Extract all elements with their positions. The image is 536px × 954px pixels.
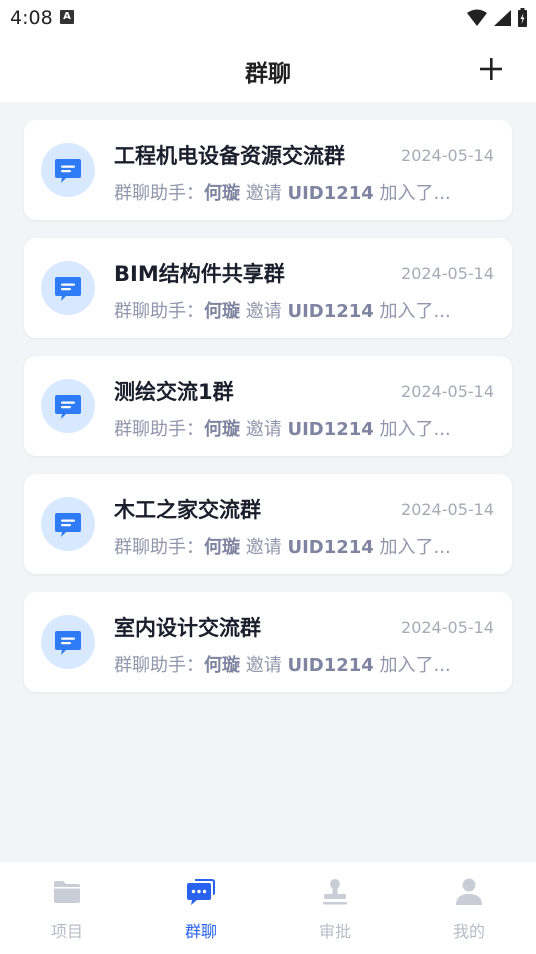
page-title: 群聊 <box>245 61 291 87</box>
tab-approval[interactable]: 审批 <box>268 862 402 954</box>
message-date: 2024-05-14 <box>401 146 494 165</box>
invitee-id: UID1214 <box>287 419 374 440</box>
chat-bubble-icon <box>55 277 81 301</box>
inviter-name: 何璇 <box>204 301 240 322</box>
wifi-icon <box>467 9 487 26</box>
message-suffix: 加入了... <box>373 183 451 204</box>
chat-bubble-icon <box>55 513 81 537</box>
inviter-name: 何璇 <box>204 655 240 676</box>
group-name: 木工之家交流群 <box>114 498 261 522</box>
last-message: 群聊助手：何璇 邀请 UID1214 加入了... <box>114 297 494 323</box>
message-verb: 邀请 <box>240 419 288 440</box>
message-verb: 邀请 <box>240 537 288 558</box>
invitee-id: UID1214 <box>287 301 374 322</box>
signal-icon <box>494 10 511 26</box>
message-suffix: 加入了... <box>373 655 451 676</box>
tab-label: 项目 <box>50 922 83 941</box>
chat-bubble-icon <box>55 395 81 419</box>
invitee-id: UID1214 <box>287 655 374 676</box>
message-sender: 群聊助手： <box>114 183 204 204</box>
group-avatar <box>41 143 95 197</box>
tab-label: 群聊 <box>184 922 217 941</box>
stamp-icon <box>323 879 347 905</box>
group-card[interactable]: 室内设计交流群 2024-05-14 群聊助手：何璇 邀请 UID1214 加入了.… <box>24 592 512 692</box>
last-message: 群聊助手：何璇 邀请 UID1214 加入了... <box>114 415 494 441</box>
inviter-name: 何璇 <box>204 183 240 204</box>
group-avatar <box>41 261 95 315</box>
group-card[interactable]: 工程机电设备资源交流群 2024-05-14 群聊助手：何璇 邀请 UID1214 … <box>24 120 512 220</box>
invitee-id: UID1214 <box>287 537 374 558</box>
group-list: 工程机电设备资源交流群 2024-05-14 群聊助手：何璇 邀请 UID1214 … <box>24 120 512 710</box>
message-verb: 邀请 <box>240 301 288 322</box>
status-bar: 4:08 A <box>0 0 536 40</box>
group-card[interactable]: 测绘交流1群 2024-05-14 群聊助手：何璇 邀请 UID1214 加入了..… <box>24 356 512 456</box>
group-name: 室内设计交流群 <box>114 616 261 640</box>
app-header: 群聊 <box>0 40 536 102</box>
message-sender: 群聊助手： <box>114 537 204 558</box>
message-sender: 群聊助手： <box>114 419 204 440</box>
last-message: 群聊助手：何璇 邀请 UID1214 加入了... <box>114 533 494 559</box>
invitee-id: UID1214 <box>287 183 374 204</box>
group-avatar <box>41 615 95 669</box>
group-card[interactable]: 木工之家交流群 2024-05-14 群聊助手：何璇 邀请 UID1214 加入了.… <box>24 474 512 574</box>
inviter-name: 何璇 <box>204 419 240 440</box>
message-verb: 邀请 <box>240 183 288 204</box>
chat-icon <box>187 879 215 905</box>
system-icons <box>467 8 528 28</box>
status-time: 4:08 <box>10 7 53 29</box>
message-verb: 邀请 <box>240 655 288 676</box>
group-avatar <box>41 497 95 551</box>
tab-projects[interactable]: 项目 <box>0 862 134 954</box>
tab-mine[interactable]: 我的 <box>402 862 536 954</box>
group-avatar <box>41 379 95 433</box>
chat-bubble-icon <box>55 159 81 183</box>
message-suffix: 加入了... <box>373 301 451 322</box>
inviter-name: 何璇 <box>204 537 240 558</box>
user-icon <box>456 878 482 905</box>
tab-group-chat[interactable]: 群聊 <box>134 862 268 954</box>
tab-label: 审批 <box>318 922 351 941</box>
message-date: 2024-05-14 <box>401 618 494 637</box>
folder-icon <box>54 881 80 903</box>
message-sender: 群聊助手： <box>114 301 204 322</box>
last-message: 群聊助手：何璇 邀请 UID1214 加入了... <box>114 179 494 205</box>
message-date: 2024-05-14 <box>401 382 494 401</box>
group-card[interactable]: BIM结构件共享群 2024-05-14 群聊助手：何璇 邀请 UID1214 加入… <box>24 238 512 338</box>
tab-label: 我的 <box>452 922 485 941</box>
battery-icon <box>518 8 527 27</box>
group-name: BIM结构件共享群 <box>114 262 285 286</box>
group-name: 工程机电设备资源交流群 <box>114 144 345 168</box>
plus-icon <box>480 58 502 80</box>
last-message: 群聊助手：何璇 邀请 UID1214 加入了... <box>114 651 494 677</box>
message-date: 2024-05-14 <box>401 500 494 519</box>
message-sender: 群聊助手： <box>114 655 204 676</box>
chat-bubble-icon <box>55 631 81 655</box>
add-group-button[interactable] <box>476 54 506 84</box>
message-date: 2024-05-14 <box>401 264 494 283</box>
message-suffix: 加入了... <box>373 537 451 558</box>
group-name: 测绘交流1群 <box>114 380 234 404</box>
message-suffix: 加入了... <box>373 419 451 440</box>
notification-badge: A <box>60 10 74 24</box>
bottom-tab-bar: 项目 群聊 审批 我的 <box>0 862 536 954</box>
